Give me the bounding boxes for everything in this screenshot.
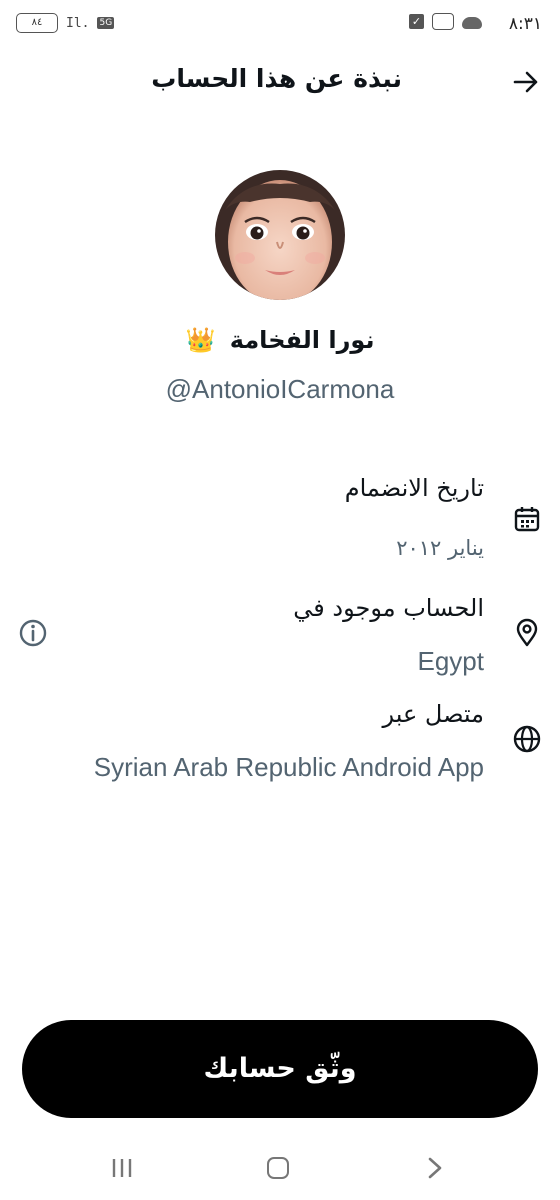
display-name-row: نورا الفخامة 👑 [0, 326, 560, 354]
arrow-right-icon [513, 71, 538, 93]
crown-emoji-icon: 👑 [185, 326, 216, 354]
verify-account-button[interactable]: وثّق حسابك [22, 1020, 538, 1118]
location-pin-icon [516, 618, 538, 647]
back-button[interactable] [510, 66, 542, 98]
joined-label: تاريخ الانضمام [344, 474, 484, 502]
avatar-image [215, 170, 345, 300]
location-value: Egypt [417, 646, 485, 676]
page-title: نبذة عن هذا الحساب [151, 64, 402, 93]
globe-icon [513, 725, 541, 753]
home-icon[interactable] [267, 1157, 289, 1179]
status-bar: ٨٤ Il. 5G ✓ ٨:٣١ [0, 0, 560, 48]
top-bar: نبذة عن هذا الحساب [0, 50, 560, 114]
display-name: نورا الفخامة [229, 326, 375, 354]
app-notification-icon [432, 13, 454, 30]
battery-icon: ٨٤ [16, 13, 58, 33]
nav-back-icon[interactable] [426, 1156, 444, 1180]
user-handle: @AntonioICarmona [165, 374, 395, 404]
joined-value: يناير ٢٠١٢ [396, 536, 484, 560]
system-nav-bar [0, 1148, 560, 1188]
location-label: الحساب موجود في [293, 594, 484, 622]
calendar-icon [514, 507, 540, 532]
connected-value: Syrian Arab Republic Android App [93, 752, 484, 782]
signal-icon: Il. [66, 15, 90, 31]
status-time: ٨:٣١ [508, 14, 542, 34]
status-left-icons: ٨٤ Il. 5G [16, 13, 115, 33]
connected-label: متصل عبر [382, 700, 484, 728]
recent-apps-icon[interactable] [110, 1157, 134, 1179]
avatar[interactable] [215, 170, 345, 300]
info-icon[interactable] [18, 618, 48, 648]
checkbox-notification-icon: ✓ [409, 14, 424, 29]
network-type-badge: 5G [97, 17, 115, 29]
cloud-icon [462, 16, 482, 29]
status-notification-icons: ✓ [409, 13, 482, 30]
